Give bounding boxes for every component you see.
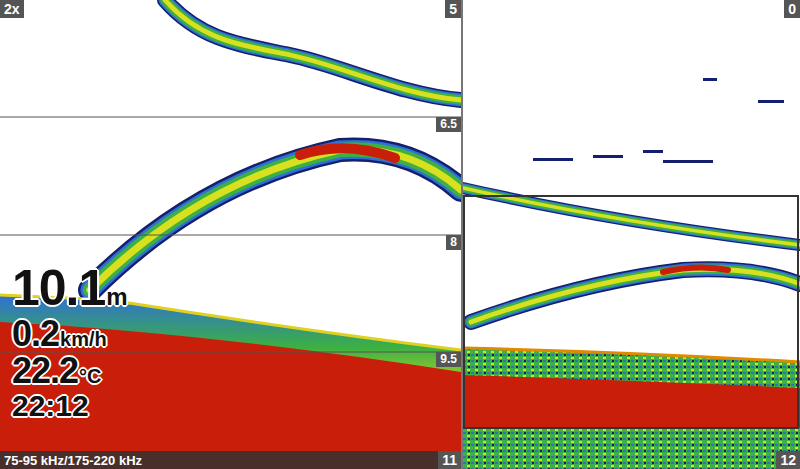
readout: 0.2km/h — [12, 315, 128, 353]
readout: 22.2°C — [12, 352, 128, 390]
depth-line-label: 9.5 — [436, 352, 461, 367]
zoom-frame — [464, 196, 798, 428]
depth-bottom-label: 11 — [438, 451, 461, 469]
sonar-echo-view — [463, 0, 800, 469]
readout-panel: 10.1m0.2km/h22.2°C22:12 — [12, 262, 128, 422]
depth-bottom-label: 12 — [776, 451, 800, 469]
left-sonar-pane: 2x 5 6.5 8 9.5 10.1m0.2km/h22.2°C22:12 75-95 k… — [0, 0, 461, 469]
zoom-label: 2x — [0, 0, 24, 18]
depth-top-label: 5 — [445, 0, 461, 18]
clock: 22:12 — [12, 390, 128, 422]
depth-top-label: 0 — [784, 0, 800, 18]
readout: 10.1m — [12, 262, 128, 315]
frequency-label: 75-95 kHz/175-220 kHz — [0, 453, 146, 468]
depth-line-label: 8 — [446, 235, 461, 250]
depth-line-label: 6.5 — [436, 117, 461, 132]
sonar-screen: 2x 5 6.5 8 9.5 10.1m0.2km/h22.2°C22:12 75-95 k… — [0, 0, 800, 469]
frequency-bar: 75-95 kHz/175-220 kHz 11 — [0, 451, 461, 469]
right-sonar-pane: 0 12 — [463, 0, 800, 469]
